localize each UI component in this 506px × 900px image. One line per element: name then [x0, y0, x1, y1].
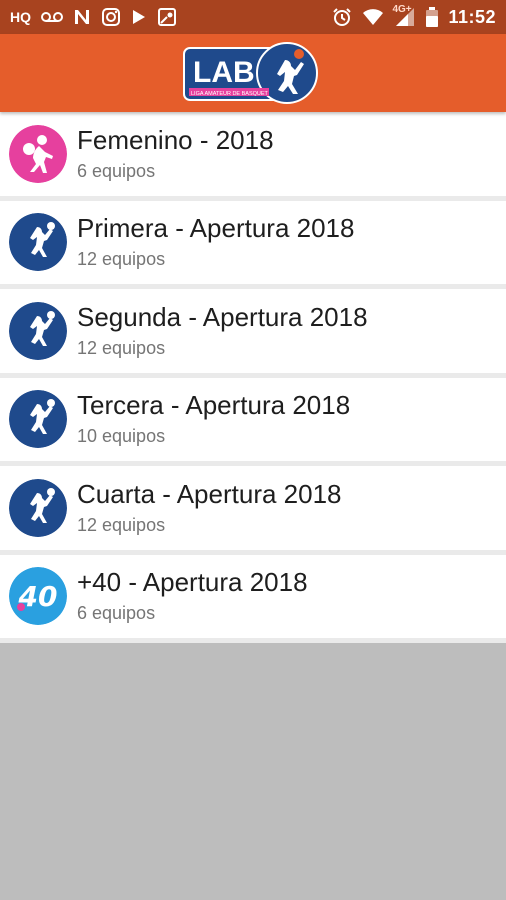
basketball-player-icon [9, 213, 67, 272]
clock: 11:52 [448, 6, 496, 27]
league-title: Segunda - Apertura 2018 [77, 301, 368, 332]
list-item[interactable]: Segunda - Apertura 2018 12 equipos [0, 289, 506, 378]
empty-area [0, 645, 506, 900]
network-type-label: 4G+ [392, 4, 412, 15]
league-title: Cuarta - Apertura 2018 [77, 478, 342, 509]
list-item[interactable]: Primera - Apertura 2018 12 equipos [0, 200, 506, 289]
team-count: 6 equipos [77, 160, 156, 181]
svg-text:LIGA AMATEUR DE BASQUET: LIGA AMATEUR DE BASQUET [191, 91, 269, 97]
maps-icon [157, 6, 177, 28]
team-count: 6 equipos [77, 603, 156, 624]
basketball-player-icon [9, 478, 67, 537]
svg-text:LAB: LAB [193, 56, 255, 89]
league-title: Primera - Apertura 2018 [77, 213, 355, 244]
voicemail-icon [41, 6, 63, 28]
league-title: Tercera - Apertura 2018 [77, 390, 351, 421]
n-app-icon [73, 6, 91, 28]
app-bar: LAB LIGA AMATEUR DE BASQUET [0, 34, 506, 112]
status-bar: HQ 4G+ 11:52 [0, 0, 506, 34]
play-store-icon [131, 6, 147, 28]
lab-logo: LAB LIGA AMATEUR DE BASQUET [183, 40, 323, 106]
forty-badge-icon: 40 [9, 567, 67, 626]
instagram-icon [101, 6, 121, 28]
signal-icon: 4G+ [392, 4, 416, 28]
team-count: 12 equipos [77, 249, 166, 270]
female-player-icon [9, 124, 67, 183]
wifi-icon [362, 6, 384, 28]
alarm-icon [332, 6, 352, 28]
hq-icon: HQ [10, 9, 31, 25]
basketball-player-icon [9, 390, 67, 449]
list-item[interactable]: Cuarta - Apertura 2018 12 equipos [0, 466, 506, 555]
team-count: 12 equipos [77, 514, 166, 535]
basketball-player-icon [9, 301, 67, 360]
list-item[interactable]: Tercera - Apertura 2018 10 equipos [0, 377, 506, 466]
team-count: 10 equipos [77, 426, 166, 447]
forty-badge-text: 40 [18, 580, 58, 613]
list-item[interactable]: 40 +40 - Apertura 2018 6 equipos [0, 554, 506, 643]
list-item[interactable]: Femenino - 2018 6 equipos [0, 112, 506, 201]
league-title: Femenino - 2018 [77, 124, 274, 155]
team-count: 12 equipos [77, 337, 166, 358]
league-list: Femenino - 2018 6 equipos Primera - Aper… [0, 112, 506, 643]
league-title: +40 - Apertura 2018 [77, 567, 308, 598]
battery-icon [426, 6, 439, 28]
